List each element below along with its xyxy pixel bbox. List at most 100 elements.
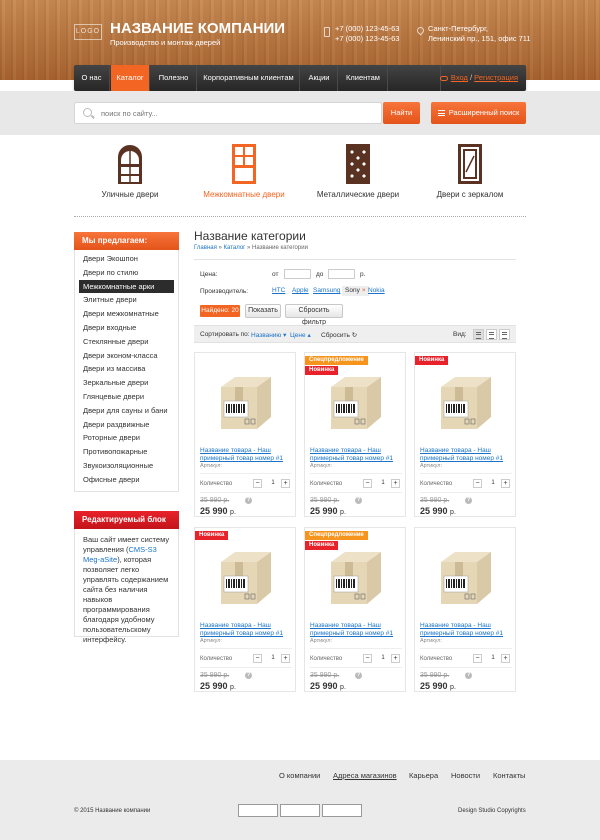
sidebar-item[interactable]: Зеркальные двери [79,376,174,390]
quantity-plus-button[interactable]: + [501,479,510,488]
product-image[interactable] [435,548,497,608]
studio-credit[interactable]: Design Studio Copyrights [458,808,526,814]
quantity-plus-button[interactable]: + [501,654,510,663]
sidebar-item[interactable]: Противопожарные [79,445,174,459]
product-name-link[interactable]: Название товара - Наш примерный товар но… [200,622,292,638]
quantity-input[interactable]: 1 [485,479,501,488]
sidebar-item[interactable]: Двери для сауны и бани [79,404,174,418]
quantity-plus-button[interactable]: + [281,654,290,663]
product-name-link[interactable]: Название товара - Наш примерный товар но… [200,447,292,463]
manufacturer-samsung[interactable]: Samsung [313,287,340,294]
price-help-icon[interactable]: ? [465,672,472,679]
view-grid-button[interactable] [473,329,484,340]
sidebar-item[interactable]: Роторные двери [79,431,174,445]
price-from-input[interactable] [284,269,311,279]
footer-link-stores[interactable]: Адреса магазинов [333,771,397,780]
sidebar-item[interactable]: Двери входные [79,321,174,335]
sidebar-title: Мы предлагаем: [74,232,179,250]
quantity-input[interactable]: 1 [375,654,391,663]
product-name-link[interactable]: Название товара - Наш примерный товар но… [420,447,512,463]
footer-link-news[interactable]: Новости [451,771,480,780]
sort-reset[interactable]: Сбросить ↻ [321,331,357,339]
sidebar-item[interactable]: Двери Экошпон [79,252,174,266]
visitor-counter[interactable] [238,804,278,817]
manufacturer-apple[interactable]: Apple [292,287,309,294]
quantity-plus-button[interactable]: + [281,479,290,488]
sort-by-price[interactable]: Цене ▴ [290,331,311,339]
quantity-plus-button[interactable]: + [391,654,400,663]
quantity-minus-button[interactable]: − [253,479,262,488]
price-help-icon[interactable]: ? [465,497,472,504]
nav-item-corporate[interactable]: Корпоративным клиентам [198,65,299,91]
reset-filter-button[interactable]: Сбросить фильтр [285,304,343,326]
quantity-minus-button[interactable]: − [363,654,372,663]
logo[interactable]: LOGO [74,24,102,40]
nav-item-about[interactable]: О нас [74,65,109,91]
nav-item-useful[interactable]: Полезно [151,65,196,91]
register-link[interactable]: Регистрация [474,73,518,82]
manufacturer-htc[interactable]: HTC [272,287,285,294]
sidebar-item[interactable]: Офисные двери [79,473,174,487]
quantity-minus-button[interactable]: − [473,479,482,488]
product-image[interactable] [325,373,387,433]
sidebar-item[interactable]: Двери раздвижные [79,418,174,432]
sidebar-item[interactable]: Звукоизоляционные [79,459,174,473]
category-mirror-doors[interactable]: Двери с зеркалом [410,144,530,199]
nav-item-catalog[interactable]: Каталог [111,65,149,91]
footer-link-career[interactable]: Карьера [409,771,438,780]
sidebar-item[interactable]: Двери по стилю [79,266,174,280]
category-street-doors[interactable]: Уличные двери [70,144,190,199]
breadcrumb-catalog[interactable]: Каталог [224,245,246,251]
sort-by-name[interactable]: Названию ▾ [251,331,286,339]
price-to-input[interactable] [328,269,355,279]
login-link[interactable]: Вход [451,73,468,82]
visitor-counter[interactable] [280,804,320,817]
quantity-minus-button[interactable]: − [473,654,482,663]
quantity-minus-button[interactable]: − [253,654,262,663]
quantity-input[interactable]: 1 [485,654,501,663]
old-price: 35 990 р. [200,497,230,504]
nav-item-clients[interactable]: Клиентам [339,65,387,91]
nav-item-promotions[interactable]: Акции [301,65,337,91]
quantity-input[interactable]: 1 [265,479,281,488]
view-list-button[interactable] [486,329,497,340]
product-image[interactable] [325,548,387,608]
sidebar-item[interactable]: Двери межкомнатные [79,307,174,321]
view-table-button[interactable] [499,329,510,340]
sidebar-item-active[interactable]: Межкомнатные арки [79,279,174,294]
sidebar-item[interactable]: Элитные двери [79,293,174,307]
product-name-link[interactable]: Название товара - Наш примерный товар но… [310,447,402,463]
sidebar-item[interactable]: Двери из массива [79,362,174,376]
category-metal-doors[interactable]: Металлические двери [298,144,418,199]
product-image[interactable] [215,548,277,608]
price-help-icon[interactable]: ? [245,672,252,679]
quantity-input[interactable]: 1 [265,654,281,663]
manufacturer-sony-selected[interactable]: Sony × [342,286,369,296]
product-name-link[interactable]: Название товара - Наш примерный товар но… [420,622,512,638]
quantity-minus-button[interactable]: − [363,479,372,488]
price-help-icon[interactable]: ? [355,672,362,679]
breadcrumb-home[interactable]: Главная [194,245,217,251]
price-help-icon[interactable]: ? [355,497,362,504]
show-button[interactable]: Показать [245,304,281,318]
product-name-link[interactable]: Название товара - Наш примерный товар но… [310,622,402,638]
sidebar-item[interactable]: Стеклянные двери [79,335,174,349]
product-image[interactable] [435,373,497,433]
footer-link-contacts[interactable]: Контакты [493,771,525,780]
sidebar-item[interactable]: Глянцевые двери [79,390,174,404]
sidebar-item[interactable]: Двери эконом-класса [79,349,174,363]
manufacturer-nokia[interactable]: Nokia [368,287,385,294]
advanced-search-button[interactable]: Расширенный поиск [431,102,526,124]
quantity-plus-button[interactable]: + [391,479,400,488]
footer-link-about[interactable]: О компании [279,771,320,780]
company-name: НАЗВАНИЕ КОМПАНИИ [110,20,286,37]
search-button[interactable]: Найти [383,102,420,124]
remove-filter-icon[interactable]: × [362,287,366,294]
product-article: Артикул: [420,463,443,469]
price-help-icon[interactable]: ? [245,497,252,504]
quantity-input[interactable]: 1 [375,479,391,488]
search-input[interactable] [101,107,371,120]
visitor-counter[interactable] [322,804,362,817]
category-interior-doors[interactable]: Межкомнатные двери [184,144,304,199]
product-image[interactable] [215,373,277,433]
